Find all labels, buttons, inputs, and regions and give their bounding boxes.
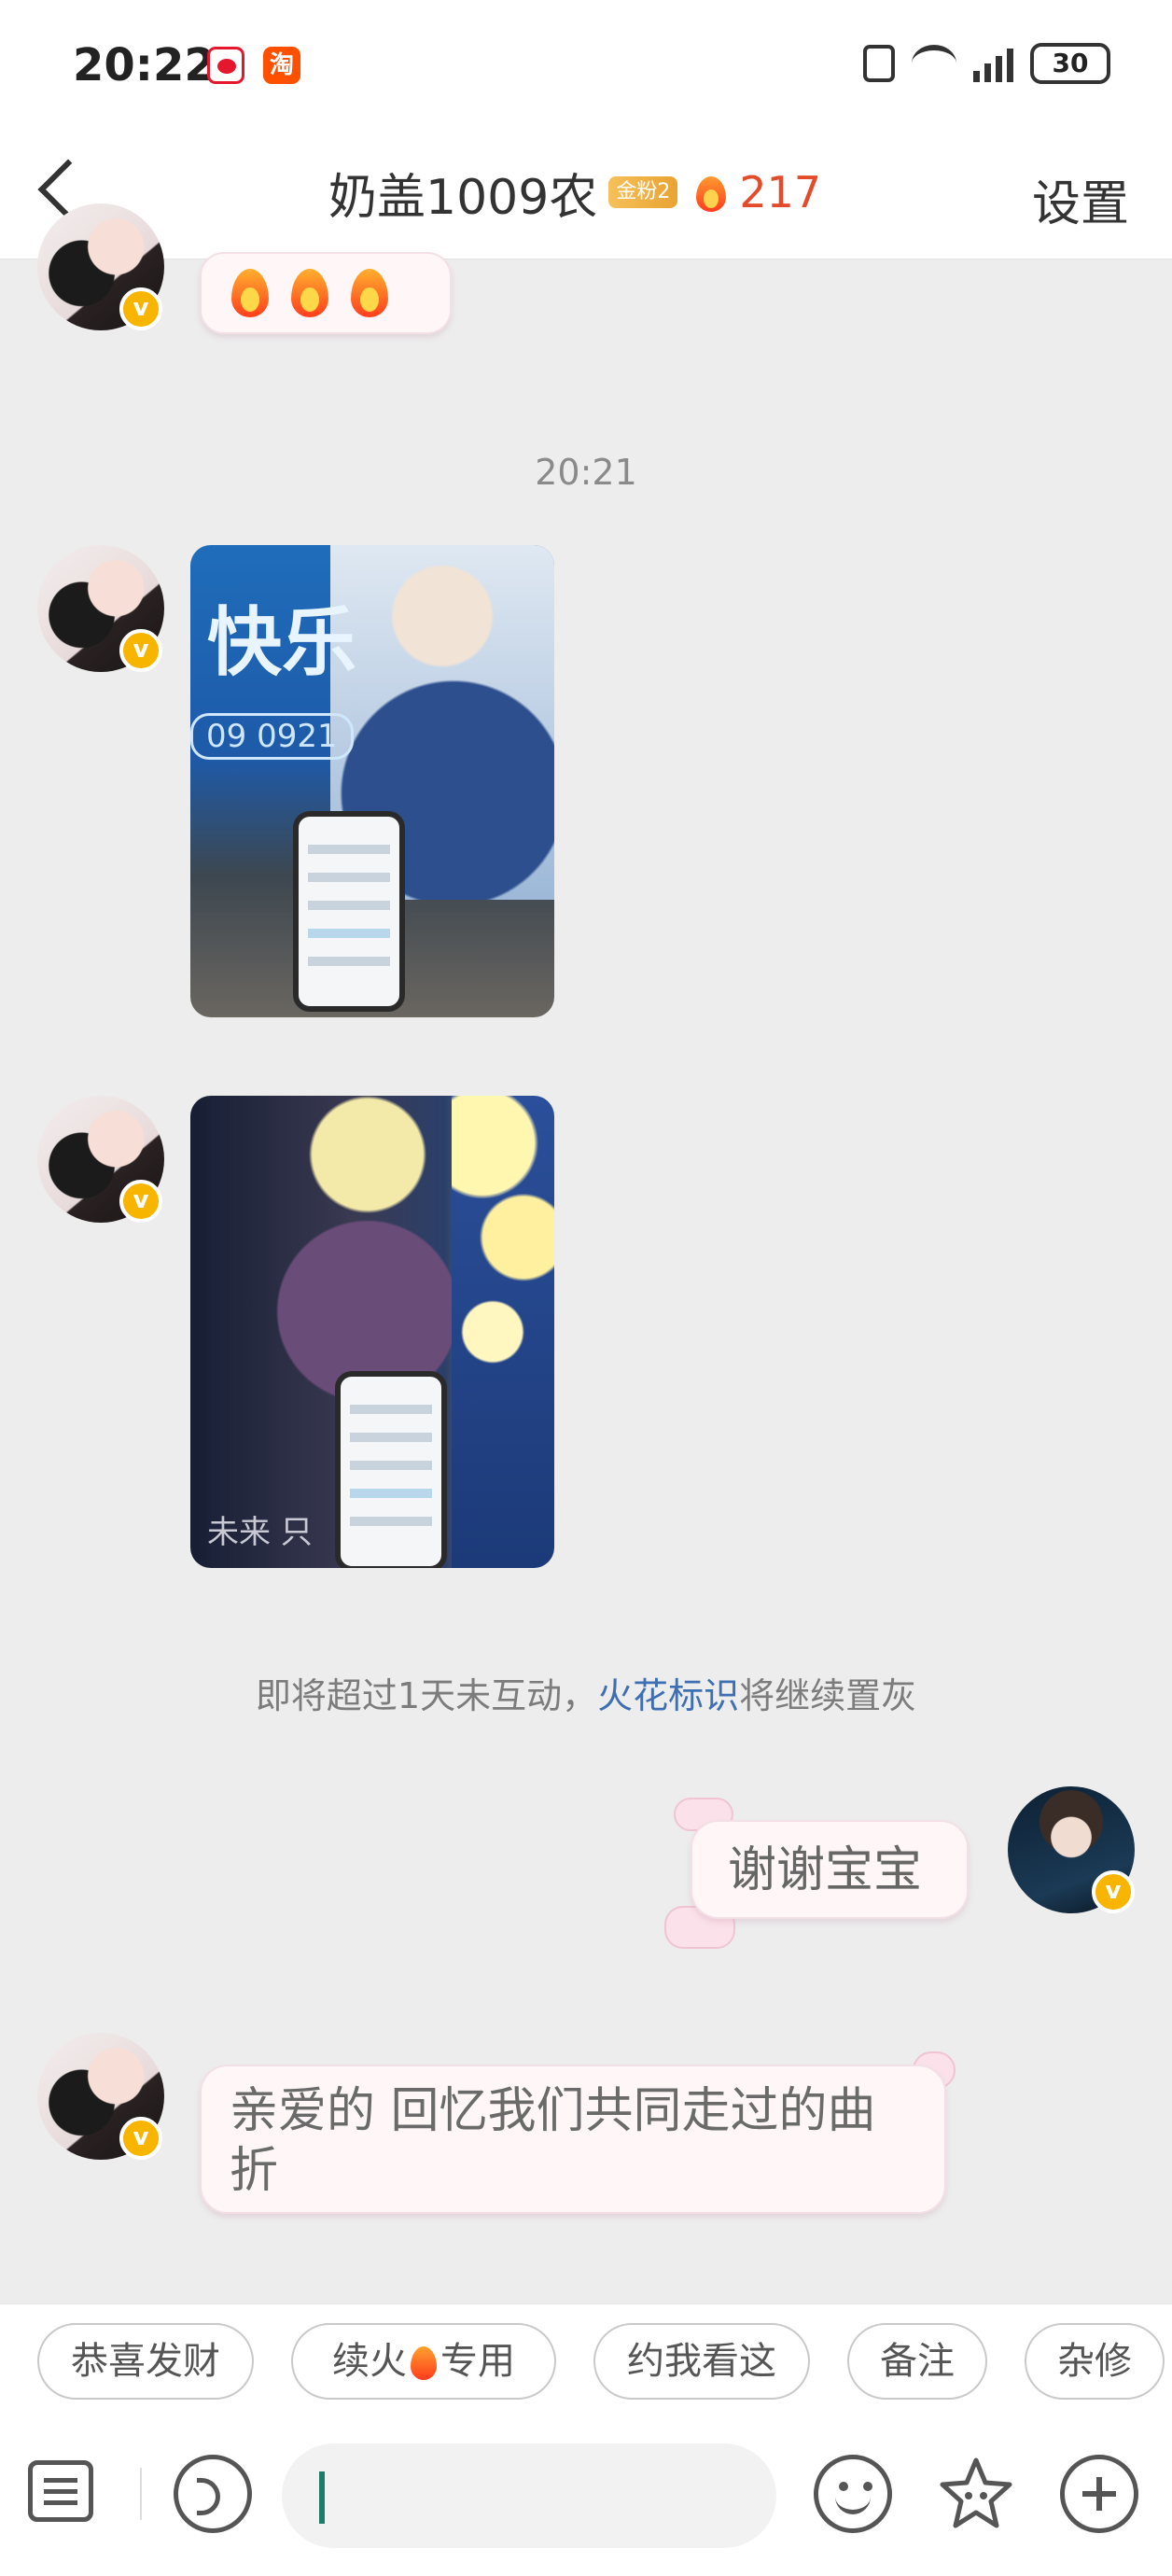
fire-emoji-row xyxy=(202,254,450,329)
message-input[interactable] xyxy=(282,2443,776,2548)
fire-emoji-icon xyxy=(286,263,334,319)
quick-reply-chip[interactable]: 恭喜发财 xyxy=(37,2323,254,2400)
message-timestamp: 20:21 xyxy=(535,452,637,493)
quick-reply-chip-streak[interactable]: 续火 专用 xyxy=(291,2323,556,2400)
received-message-text: 亲爱的 回忆我们共同走过的曲折 xyxy=(230,2083,876,2199)
fire-emoji-icon xyxy=(409,2345,439,2382)
sent-message-bubble[interactable]: 谢谢宝宝 xyxy=(691,1820,969,1919)
received-message-bubble[interactable]: 亲爱的 回忆我们共同走过的曲折 xyxy=(200,2065,946,2214)
photo-date-text: 09 0921 xyxy=(190,713,354,760)
quick-reply-prefix: 续火 xyxy=(332,2340,407,2383)
fan-level-badge: 金粉2 xyxy=(608,176,678,208)
taobao-notification-icon: 淘 xyxy=(263,47,300,84)
notice-suffix: 将继续置灰 xyxy=(739,1675,917,1716)
battery-icon: 30 xyxy=(1030,43,1110,84)
interaction-notice: 即将超过1天未互动，火花标识将继续置灰 xyxy=(0,1667,1172,1718)
status-indicators: 30 xyxy=(863,43,1110,84)
photo-overlay-text: 快乐 xyxy=(207,599,356,686)
fire-emoji-icon xyxy=(345,263,394,319)
weibo-notification-icon xyxy=(207,47,244,84)
chat-title: 奶盖1009农 xyxy=(328,169,598,226)
photo-message-1[interactable]: 快乐 09 0921 xyxy=(190,545,554,1017)
photo-message-2[interactable]: 未来 只 xyxy=(190,1096,554,1568)
photo-overlay-text: 未来 只 xyxy=(207,1514,313,1551)
phone-in-photo xyxy=(293,811,405,1012)
emoji-icon[interactable] xyxy=(814,2455,892,2533)
streak-count: 217 xyxy=(739,167,822,217)
fire-streak-icon xyxy=(692,171,730,214)
voice-input-icon[interactable] xyxy=(174,2455,252,2533)
verified-badge-icon: v xyxy=(119,1180,162,1223)
signal-icon xyxy=(973,45,1013,82)
fire-badge-link[interactable]: 火花标识 xyxy=(597,1675,739,1716)
phone-in-photo xyxy=(335,1371,447,1568)
chat-header: 奶盖1009农 金粉2 217 设置 xyxy=(0,131,1172,259)
settings-button[interactable]: 设置 xyxy=(1032,164,1129,234)
chat-title-group[interactable]: 奶盖1009农 金粉2 217 xyxy=(328,155,821,230)
wifi-icon xyxy=(912,45,956,82)
verified-badge-icon: v xyxy=(119,287,162,330)
quick-reply-chip[interactable]: 备注 xyxy=(847,2323,987,2400)
notice-prefix: 即将超过1天未互动， xyxy=(255,1675,598,1716)
quick-reply-suffix: 专用 xyxy=(440,2340,515,2383)
quick-reply-chip[interactable]: 杂修 xyxy=(1025,2323,1165,2400)
input-divider xyxy=(140,2468,142,2520)
quick-reply-chip[interactable]: 约我看这 xyxy=(593,2323,810,2400)
input-bar xyxy=(0,2423,1172,2576)
verified-badge-icon: v xyxy=(1092,1870,1135,1913)
text-menu-icon[interactable] xyxy=(28,2460,93,2522)
text-cursor xyxy=(319,2471,325,2524)
verified-badge-icon: v xyxy=(119,2117,162,2160)
fire-emoji-bubble[interactable] xyxy=(200,252,452,334)
plus-icon[interactable] xyxy=(1060,2455,1138,2533)
fire-emoji-icon xyxy=(226,263,274,319)
nfc-icon xyxy=(863,45,895,82)
verified-badge-icon: v xyxy=(119,629,162,672)
sent-message-text: 谢谢宝宝 xyxy=(728,1842,923,1898)
status-time: 20:22 xyxy=(73,39,216,91)
sticker-star-icon[interactable] xyxy=(937,2455,1015,2533)
photo-flowers xyxy=(452,1096,554,1568)
quick-reply-bar: 恭喜发财 续火 专用 约我看这 备注 杂修 xyxy=(0,2303,1172,2423)
status-bar: 20:22 淘 30 xyxy=(0,0,1172,131)
